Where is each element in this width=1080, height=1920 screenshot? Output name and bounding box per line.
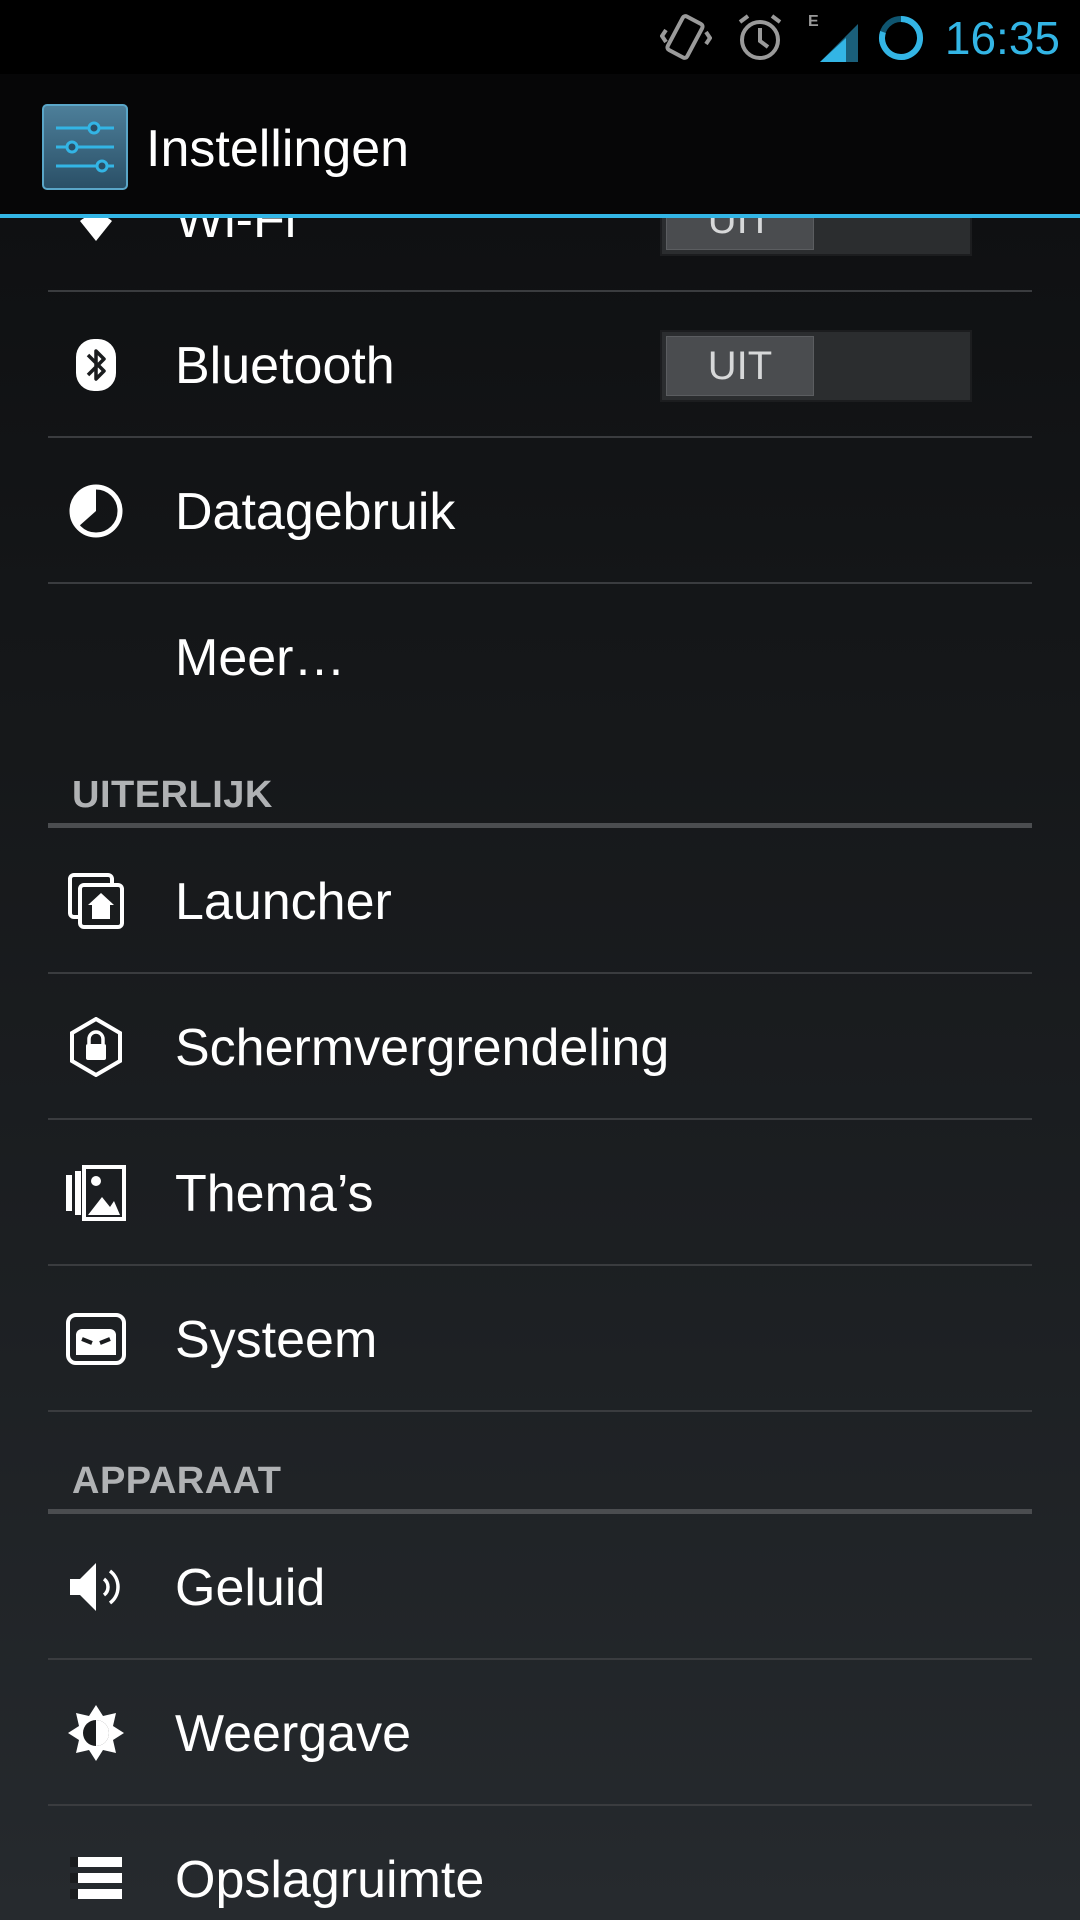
themes-label: Thema’s — [175, 1165, 374, 1223]
lock-icon — [70, 1017, 122, 1077]
sync-icon — [879, 16, 923, 60]
storage-label: Opslagruimte — [175, 1851, 485, 1909]
section-header-device: APPARAAT — [48, 1442, 1032, 1514]
bluetooth-toggle-knob: UIT — [666, 336, 814, 396]
list-item-storage[interactable]: Opslagruimte — [48, 1806, 1032, 1920]
wifi-label: Wi-Fi — [175, 218, 297, 249]
display-icon — [68, 1705, 124, 1761]
system-icon — [66, 1313, 126, 1365]
display-label: Weergave — [175, 1705, 412, 1763]
list-item-data-usage[interactable]: Datagebruik — [48, 438, 1032, 584]
signal-icon: E — [808, 13, 858, 62]
list-item-system[interactable]: Systeem — [48, 1266, 1032, 1412]
list-item-sound[interactable]: Geluid — [48, 1514, 1032, 1660]
list-item-more[interactable]: Meer… — [48, 584, 1032, 730]
wifi-toggle-knob: UIT — [666, 218, 814, 250]
wifi-toggle[interactable]: UIT — [660, 218, 972, 256]
list-item-wifi[interactable]: Wi-Fi UIT — [48, 218, 1032, 292]
app-title: Instellingen — [146, 120, 410, 178]
vibrate-icon — [660, 14, 712, 60]
data-usage-label: Datagebruik — [175, 483, 456, 541]
bluetooth-icon — [76, 339, 116, 391]
status-clock: 16:35 — [944, 12, 1060, 64]
svg-text:E: E — [808, 13, 819, 30]
settings-sliders-icon[interactable] — [42, 104, 128, 190]
section-header-appearance: UITERLIJK — [48, 756, 1032, 828]
status-bar: E 16:35 — [0, 0, 1080, 74]
more-label: Meer… — [175, 629, 346, 687]
list-item-bluetooth[interactable]: Bluetooth UIT — [48, 292, 1032, 438]
storage-icon — [70, 1857, 122, 1899]
alarm-icon — [738, 14, 782, 60]
list-item-display[interactable]: Weergave — [48, 1660, 1032, 1806]
launcher-label: Launcher — [175, 873, 392, 931]
settings-list[interactable]: Wi-Fi UIT Bluetooth UIT Datagebruik Meer… — [0, 218, 1080, 1920]
action-bar: Instellingen — [0, 74, 1080, 218]
list-item-themes[interactable]: Thema’s — [48, 1120, 1032, 1266]
system-label: Systeem — [175, 1311, 378, 1369]
bluetooth-label: Bluetooth — [175, 337, 395, 395]
list-item-lockscreen[interactable]: Schermvergrendeling — [48, 974, 1032, 1120]
lockscreen-label: Schermvergrendeling — [175, 1019, 670, 1077]
launcher-icon — [68, 873, 124, 929]
list-item-launcher[interactable]: Launcher — [48, 828, 1032, 974]
wifi-icon — [80, 218, 112, 241]
sound-label: Geluid — [175, 1559, 326, 1617]
themes-icon — [66, 1165, 126, 1221]
sound-icon — [70, 1563, 120, 1611]
section-title: APPARAAT — [72, 1460, 282, 1502]
bluetooth-toggle[interactable]: UIT — [660, 330, 972, 402]
data-usage-icon — [69, 484, 123, 538]
section-title: UITERLIJK — [72, 774, 273, 816]
